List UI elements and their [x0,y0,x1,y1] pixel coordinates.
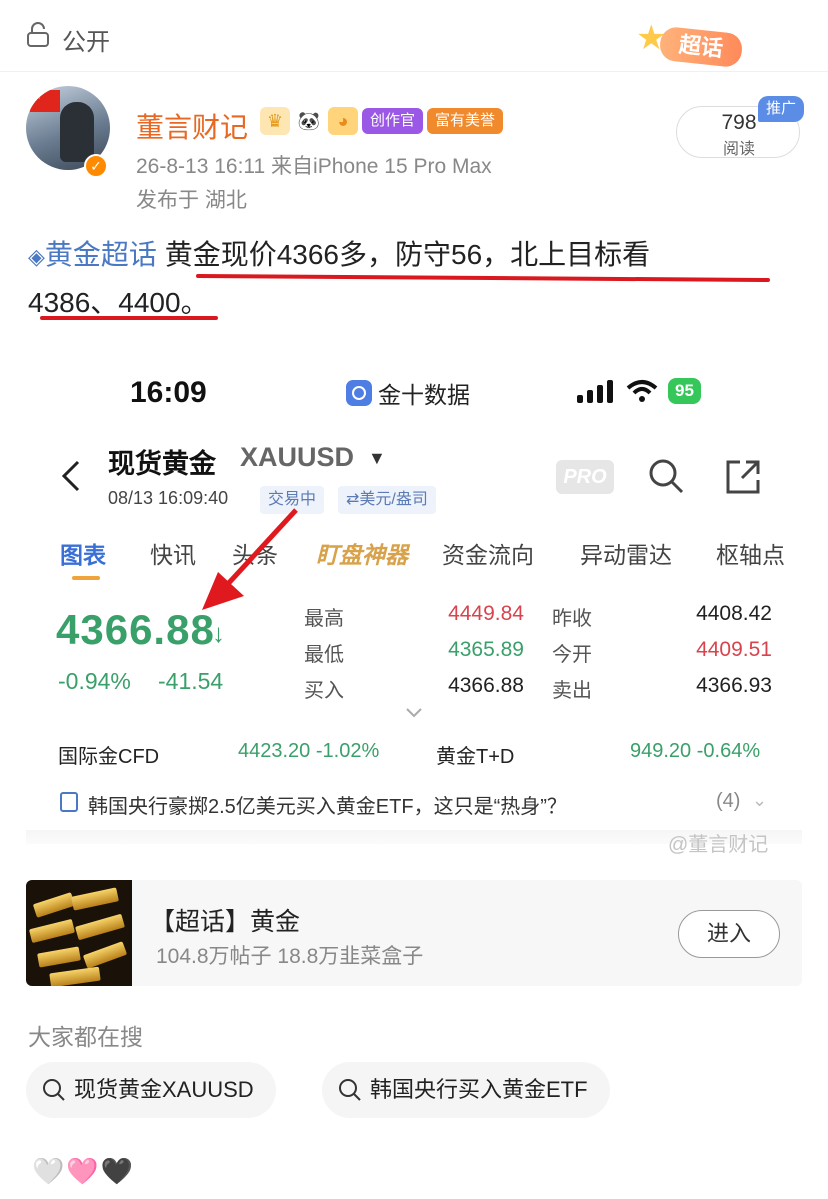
sell-value: 4366.93 [696,674,772,697]
prev-close-value: 4408.42 [696,602,772,625]
post-time-source: 26-8-13 16:11 来自iPhone 15 Pro Max [136,155,492,178]
supertopic-title: 【超话】黄金 [150,908,301,936]
back-icon[interactable] [58,458,84,494]
search-icon [339,1079,361,1101]
user-badges: ♛ 🐼 ◕ 创作官 富有美誉 [260,106,504,136]
search-icon[interactable] [646,456,686,496]
red-arrow-annotation [202,508,298,610]
chevron-down-icon[interactable]: ▼ [368,448,386,469]
visibility-label: 公开 [62,29,110,56]
signal-icon [577,380,613,403]
arrow-down-icon: ↓ [212,618,225,648]
red-underline-2 [40,316,218,320]
supertopic-subtitle: 104.8万帖子 18.8万韭菜盒子 [156,945,424,968]
high-label: 最高 [304,608,344,630]
flag-icon: ★ [30,90,60,112]
status-time: 16:09 [130,376,207,409]
creator-tag[interactable]: 创作官 [362,108,424,134]
trending-searches-title: 大家都在搜 [28,1024,143,1050]
diamond-icon: ◈ [28,244,45,269]
search-suggestion[interactable]: 现货黄金XAUUSD [26,1062,276,1118]
open-value: 4409.51 [696,638,772,661]
promo-tag: 推广 [758,96,804,122]
current-price: 4366.88 [56,606,215,653]
instrument-name: 现货黄金 [108,449,216,479]
tab-flash[interactable]: 快讯 [150,536,196,570]
reputation-tag[interactable]: 富有美誉 [427,108,504,134]
news-headline[interactable]: 韩国央行豪掷2.5亿美元买入黄金ETF，这只是“热身”？ [88,790,567,819]
pro-badge[interactable]: PRO [556,460,614,494]
app-icon [346,380,372,406]
unit-chip[interactable]: ⇄美元/盎司 [338,486,436,514]
read-label: 阅读 [722,141,755,158]
panda-icon[interactable]: 🐼 [294,107,324,135]
tab-fund-flow[interactable]: 资金流向 [442,536,534,570]
news-count[interactable]: (4) [716,790,740,813]
high-value: 4449.84 [448,602,524,625]
supertopic-badge[interactable]: ★ 超话 [636,18,756,70]
lock-icon [27,22,49,47]
username[interactable]: 董言财记 [136,106,248,146]
post-text-line1: 黄金现价4366多，防守56，北上目标看 [164,239,651,270]
buy-value: 4366.88 [448,674,524,697]
tab-pivot[interactable]: 枢轴点 [716,536,785,570]
search-icon [43,1079,65,1101]
news-icon [60,792,78,812]
market2-name[interactable]: 黄金T+D [436,740,514,769]
instrument-code[interactable]: XAUUSD [240,442,354,473]
active-tab-indicator [72,576,100,580]
sell-label: 卖出 [552,680,592,702]
search-suggestion[interactable]: 韩国央行买入黄金ETF [322,1062,610,1118]
verified-icon: ✓ [84,154,108,178]
share-icon[interactable] [724,458,762,496]
app-name: 金十数据 [346,376,470,410]
supertopic-card[interactable]: 【超话】黄金 104.8万帖子 18.8万韭菜盒子 进入 [26,880,802,986]
hearts-emoji: 🤍🩷🖤 [32,1156,136,1186]
tab-bar: 图表 快讯 头条 盯盘神器 资金流向 异动雷达 枢轴点 [58,536,818,580]
low-label: 最低 [304,644,344,666]
tab-chart[interactable]: 图表 [60,536,106,570]
supertopic-badge-label: 超话 [658,25,744,69]
buy-label: 买入 [304,680,344,702]
crown-icon[interactable]: ♛ [260,107,290,135]
tab-radar[interactable]: 异动雷达 [580,536,672,570]
chevron-down-icon[interactable]: ⌄ [752,790,767,811]
watermark: @董言财记 [668,834,769,856]
prev-close-label: 昨收 [552,608,592,630]
post-location: 发布于 湖北 [136,189,247,212]
market1-value: 4423.20 -1.02% [238,740,380,762]
status-icons: 95 [576,378,701,404]
wifi-icon [626,380,658,402]
market1-name[interactable]: 国际金CFD [58,740,159,769]
open-label: 今开 [552,644,592,666]
fish-icon[interactable]: ◕ [328,107,358,135]
top-bar: 公开 ★ 超话 [0,0,828,72]
battery-icon: 95 [668,378,701,404]
enter-button[interactable]: 进入 [678,910,780,958]
topic-link[interactable]: 黄金超话 [45,239,157,270]
gold-bars-image [26,880,132,986]
change-percent: -0.94% [58,668,131,694]
chevron-down-icon[interactable] [404,706,424,720]
post-text-line2: 4386、4400 [28,287,181,318]
tab-monitor[interactable]: 盯盘神器 [316,536,408,570]
market2-value: 949.20 -0.64% [630,740,761,762]
change-absolute: -41.54 [158,668,224,694]
low-value: 4365.89 [448,638,524,661]
